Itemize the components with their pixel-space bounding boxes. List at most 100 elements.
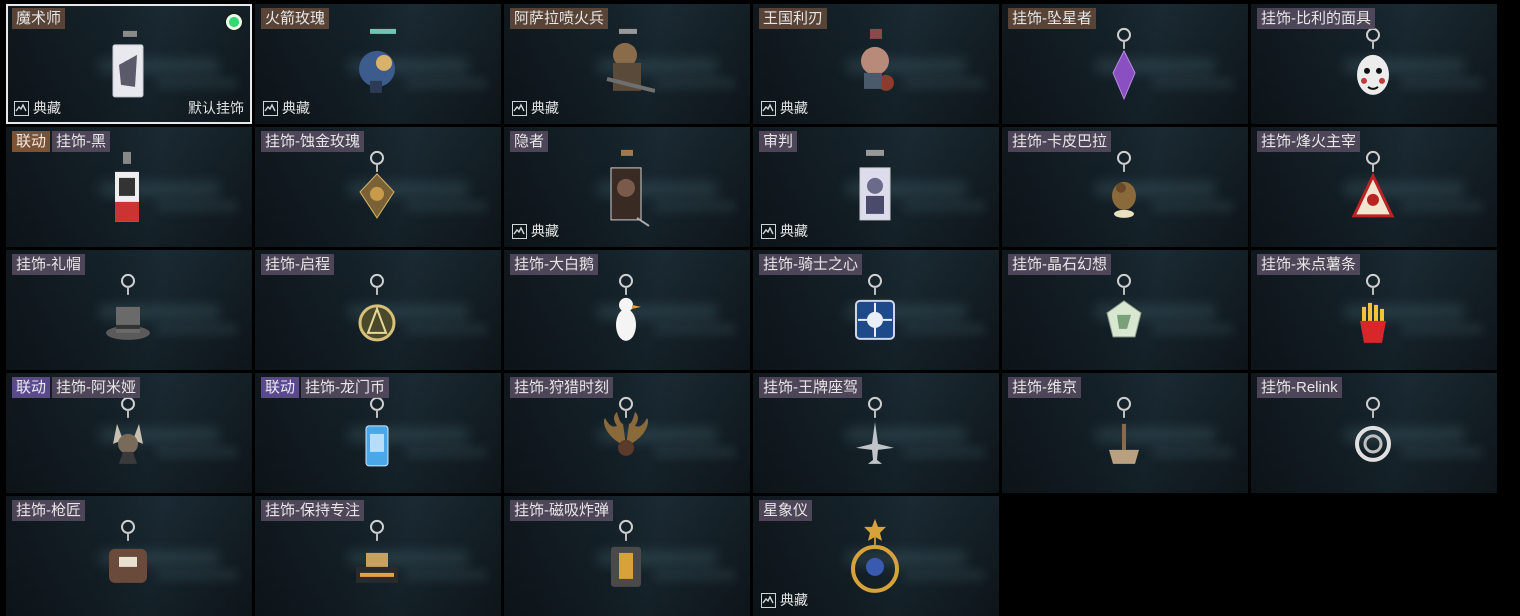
collection-badge: 典藏 bbox=[14, 98, 61, 118]
magnet-bomb-charm-icon bbox=[599, 517, 655, 602]
collection-icon bbox=[761, 223, 776, 239]
stay-focused-tag-charm-icon bbox=[350, 517, 406, 602]
charm-name: 阿萨拉喷火兵 bbox=[510, 8, 609, 29]
charm-name: 挂饰-骑士之心 bbox=[759, 254, 862, 275]
jet-plane-charm-icon bbox=[848, 394, 904, 479]
charm-name: 挂饰-狩猎时刻 bbox=[510, 377, 613, 398]
charm-card[interactable]: 挂饰-骑士之心 bbox=[753, 250, 999, 370]
astrolabe-charm-icon bbox=[848, 517, 904, 602]
card-label-row: 王国利刃 bbox=[759, 8, 828, 29]
charm-card[interactable]: 魔术师 典藏 默认挂饰 bbox=[6, 4, 252, 124]
crystal-cube-charm-icon bbox=[1097, 271, 1153, 356]
charm-name: 挂饰-大白鹅 bbox=[510, 254, 598, 275]
collab-badge: 联动 bbox=[12, 377, 51, 398]
charm-card[interactable]: 挂饰-Relink bbox=[1251, 373, 1497, 493]
charm-name: 挂饰-来点薯条 bbox=[1257, 254, 1360, 275]
charm-card[interactable]: 挂饰-狩猎时刻 bbox=[504, 373, 750, 493]
charm-name: 王国利刃 bbox=[759, 8, 828, 29]
collection-badge: 典藏 bbox=[761, 98, 808, 118]
charm-name: 挂饰-王牌座驾 bbox=[759, 377, 862, 398]
charm-card[interactable]: 挂饰-启程 bbox=[255, 250, 501, 370]
card-label-row: 挂饰-枪匠 bbox=[12, 500, 85, 521]
charm-card[interactable]: 挂饰-王牌座驾 bbox=[753, 373, 999, 493]
charm-card[interactable]: 挂饰-枪匠 bbox=[6, 496, 252, 616]
collection-badge: 典藏 bbox=[761, 221, 808, 241]
charm-card[interactable]: 挂饰-磁吸炸弹 bbox=[504, 496, 750, 616]
charm-card[interactable]: 联动 挂饰-阿米娅 bbox=[6, 373, 252, 493]
charm-name: 挂饰-Relink bbox=[1257, 377, 1342, 398]
charm-card[interactable]: 挂饰-礼帽 bbox=[6, 250, 252, 370]
rocket-rose-charm-icon bbox=[350, 25, 406, 110]
collection-icon bbox=[263, 100, 278, 116]
card-label-row: 挂饰-大白鹅 bbox=[510, 254, 598, 275]
amiya-charm-icon bbox=[101, 394, 157, 479]
top-hat-charm-icon bbox=[101, 271, 157, 356]
purple-crystal-charm-icon bbox=[1097, 25, 1153, 110]
card-label-row: 挂饰-比利的面具 bbox=[1257, 8, 1375, 29]
charm-name: 挂饰-比利的面具 bbox=[1257, 8, 1375, 29]
card-label-row: 火箭玫瑰 bbox=[261, 8, 330, 29]
charm-card[interactable]: 挂饰-比利的面具 bbox=[1251, 4, 1497, 124]
charm-card[interactable]: 挂饰-保持专注 bbox=[255, 496, 501, 616]
charm-name: 挂饰-卡皮巴拉 bbox=[1008, 131, 1111, 152]
charm-card[interactable]: 阿萨拉喷火兵典藏 bbox=[504, 4, 750, 124]
compass-medal-charm-icon bbox=[350, 271, 406, 356]
card-label-row: 挂饰-保持专注 bbox=[261, 500, 364, 521]
charm-name: 火箭玫瑰 bbox=[261, 8, 330, 29]
charm-card[interactable]: 挂饰-卡皮巴拉 bbox=[1002, 127, 1248, 247]
charm-name: 挂饰-蚀金玫瑰 bbox=[261, 131, 364, 152]
black-card-charm-icon bbox=[101, 148, 157, 233]
charm-card[interactable]: 审判 典藏 bbox=[753, 127, 999, 247]
card-label-row: 挂饰-烽火主宰 bbox=[1257, 131, 1360, 152]
collection-icon bbox=[761, 592, 776, 608]
card-label-row: 挂饰-晶石幻想 bbox=[1008, 254, 1111, 275]
charm-name: 挂饰-黑 bbox=[52, 131, 111, 152]
charm-card[interactable]: 挂饰-烽火主宰 bbox=[1251, 127, 1497, 247]
collection-label: 典藏 bbox=[282, 100, 310, 116]
charm-name: 审判 bbox=[759, 131, 798, 152]
collab-badge: 联动 bbox=[261, 377, 300, 398]
charm-name: 挂饰-维京 bbox=[1008, 377, 1081, 398]
charm-card[interactable]: 挂饰-晶石幻想 bbox=[1002, 250, 1248, 370]
charm-card[interactable]: 挂饰-蚀金玫瑰 bbox=[255, 127, 501, 247]
knight-heart-charm-icon bbox=[848, 271, 904, 356]
charm-name: 挂饰-烽火主宰 bbox=[1257, 131, 1360, 152]
charm-card[interactable]: 隐者 典藏 bbox=[504, 127, 750, 247]
charm-card[interactable]: 挂饰-来点薯条 bbox=[1251, 250, 1497, 370]
card-label-row: 挂饰-维京 bbox=[1008, 377, 1081, 398]
card-label-row: 挂饰-启程 bbox=[261, 254, 334, 275]
charm-card[interactable]: 挂饰-大白鹅 bbox=[504, 250, 750, 370]
capybara-charm-icon bbox=[1097, 148, 1153, 233]
antlers-charm-icon bbox=[599, 394, 655, 479]
card-label-row: 挂饰-蚀金玫瑰 bbox=[261, 131, 364, 152]
collection-label: 典藏 bbox=[780, 592, 808, 608]
charm-card[interactable]: 王国利刃 典藏 bbox=[753, 4, 999, 124]
charm-card[interactable]: 挂饰-坠星者 bbox=[1002, 4, 1248, 124]
card-label-row: 审判 bbox=[759, 131, 798, 152]
charm-name: 挂饰-枪匠 bbox=[12, 500, 85, 521]
equipped-indicator-icon bbox=[224, 12, 244, 32]
charm-name: 挂饰-阿米娅 bbox=[52, 377, 141, 398]
kingdom-blade-charm-icon bbox=[848, 25, 904, 110]
charm-card[interactable]: 星象仪 典藏 bbox=[753, 496, 999, 616]
card-label-row: 隐者 bbox=[510, 131, 549, 152]
collection-label: 典藏 bbox=[531, 100, 559, 116]
fries-charm-icon bbox=[1346, 271, 1402, 356]
card-label-row: 挂饰-来点薯条 bbox=[1257, 254, 1360, 275]
charm-name: 挂饰-保持专注 bbox=[261, 500, 364, 521]
collection-icon bbox=[512, 223, 527, 239]
charm-card[interactable]: 联动 挂饰-龙门币 bbox=[255, 373, 501, 493]
card-label-row: 挂饰-骑士之心 bbox=[759, 254, 862, 275]
charm-name: 挂饰-启程 bbox=[261, 254, 334, 275]
card-label-row: 挂饰-磁吸炸弹 bbox=[510, 500, 613, 521]
charm-name: 挂饰-晶石幻想 bbox=[1008, 254, 1111, 275]
relink-knot-charm-icon bbox=[1346, 394, 1402, 479]
collection-badge: 典藏 bbox=[263, 98, 310, 118]
judgement-card-charm-icon bbox=[848, 148, 904, 233]
charm-card[interactable]: 火箭玫瑰 典藏 bbox=[255, 4, 501, 124]
collection-icon bbox=[512, 100, 527, 116]
charm-card[interactable]: 挂饰-维京 bbox=[1002, 373, 1248, 493]
gold-rose-emblem-charm-icon bbox=[350, 148, 406, 233]
charm-grid: 魔术师 典藏 默认挂饰 火箭玫瑰 典藏 阿萨拉喷火兵 典藏 王国利刃 典藏 挂饰-坠星者 挂饰-比利… bbox=[6, 4, 1497, 616]
charm-card[interactable]: 联动 挂饰-黑 bbox=[6, 127, 252, 247]
